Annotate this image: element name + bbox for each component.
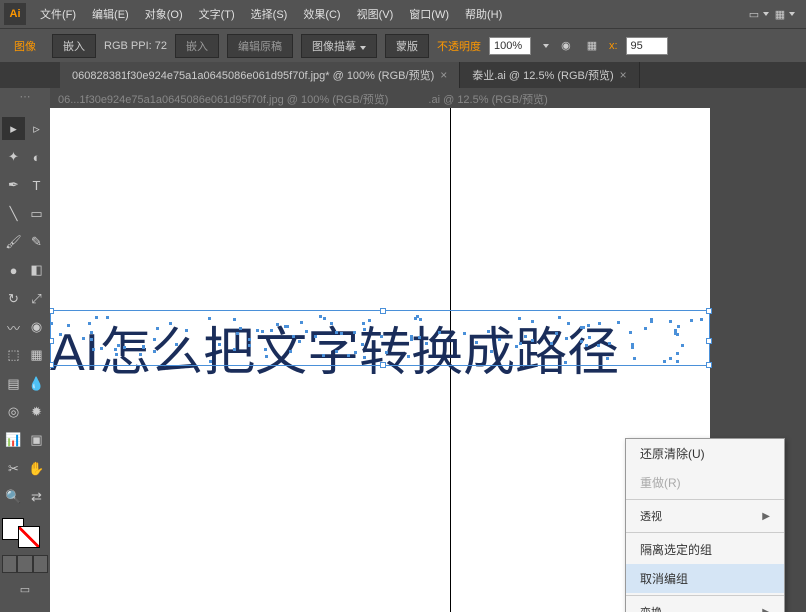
menu-object[interactable]: 对象(O) bbox=[137, 2, 191, 26]
direct-selection-tool[interactable]: ▹ bbox=[25, 117, 48, 140]
toolbox-handle[interactable]: ⋯ bbox=[2, 90, 48, 112]
fill-stroke-swatches[interactable] bbox=[2, 518, 48, 548]
artboard-tool[interactable]: ▣ bbox=[25, 429, 48, 452]
chevron-right-icon: ▶ bbox=[762, 511, 770, 522]
menu-ungroup[interactable]: 取消编组 bbox=[626, 564, 784, 593]
menu-isolate-group[interactable]: 隔离选定的组 bbox=[626, 535, 784, 564]
outlined-text-object[interactable]: AI怎么把文字转换成路径 bbox=[50, 310, 619, 385]
workspace-icon[interactable]: ▦ bbox=[776, 5, 794, 23]
style-icon[interactable]: ◉ bbox=[557, 37, 575, 55]
toolbox: ⋯ ▸ ▹ ✦ ◐ ✒ T ╲ ▭ 🖌 ✎ ● ◧ ↻ ⤢ 〰 ◉ ⬚ ▦ ▤ … bbox=[0, 88, 50, 612]
zoom-tool[interactable]: 🔍 bbox=[2, 486, 25, 509]
graph-tool[interactable]: 📊 bbox=[2, 429, 25, 452]
canvas-area[interactable]: 06...1f30e924e75a1a0645086e061d95f70f.jp… bbox=[50, 88, 806, 612]
pen-tool[interactable]: ✒ bbox=[2, 174, 25, 197]
menu-text[interactable]: 文字(T) bbox=[191, 2, 243, 26]
type-tool[interactable]: T bbox=[25, 174, 48, 197]
x-input[interactable]: 95 bbox=[626, 37, 668, 55]
hand-tool[interactable]: ✋ bbox=[25, 457, 48, 480]
mode-inside[interactable] bbox=[33, 555, 48, 573]
blob-brush-tool[interactable]: ● bbox=[2, 259, 25, 282]
shape-builder-tool[interactable]: ⬚ bbox=[2, 344, 25, 367]
menu-view[interactable]: 视图(V) bbox=[349, 2, 402, 26]
embed-button-1[interactable]: 嵌入 bbox=[52, 34, 96, 58]
tab-label: 泰业.ai @ 12.5% (RGB/预览) bbox=[472, 67, 613, 83]
x-label: x: bbox=[609, 40, 618, 52]
image-trace-button[interactable]: 图像描摹 bbox=[301, 34, 377, 58]
menu-redo: 重做(R) bbox=[626, 468, 784, 497]
mask-button[interactable]: 蒙版 bbox=[385, 34, 429, 58]
rgb-ppi-label: RGB PPI: 72 bbox=[104, 40, 167, 52]
ghost-tab-2: .ai @ 12.5% (RGB/预览) bbox=[428, 91, 547, 105]
lasso-tool[interactable]: ◐ bbox=[25, 146, 48, 169]
width-tool[interactable]: 〰 bbox=[2, 316, 25, 339]
pencil-tool[interactable]: ✎ bbox=[25, 231, 48, 254]
close-icon[interactable]: × bbox=[620, 68, 627, 82]
context-menu: 还原清除(U) 重做(R) 透视▶ 隔离选定的组 取消编组 变换▶ 排列▶ 选择… bbox=[625, 438, 785, 612]
chevron-right-icon: ▶ bbox=[762, 607, 770, 612]
swap-fill-stroke[interactable]: ⇄ bbox=[25, 486, 48, 509]
tab-document-1[interactable]: 060828381f30e924e75a1a0645086e061d95f70f… bbox=[60, 62, 460, 88]
rotate-tool[interactable]: ↻ bbox=[2, 287, 25, 310]
brush-tool[interactable]: 🖌 bbox=[2, 231, 25, 254]
opacity-label: 不透明度 bbox=[437, 38, 481, 54]
tab-label: 060828381f30e924e75a1a0645086e061d95f70f… bbox=[72, 67, 434, 83]
magic-wand-tool[interactable]: ✦ bbox=[2, 146, 25, 169]
blend-tool[interactable]: ◎ bbox=[2, 401, 25, 424]
draw-modes[interactable] bbox=[2, 555, 48, 573]
menu-window[interactable]: 窗口(W) bbox=[401, 2, 457, 26]
menu-undo[interactable]: 还原清除(U) bbox=[626, 439, 784, 468]
slice-tool[interactable]: ✂ bbox=[2, 457, 25, 480]
menu-edit[interactable]: 编辑(E) bbox=[84, 2, 137, 26]
image-label: 图像 bbox=[6, 38, 44, 54]
screen-mode[interactable]: ▭ bbox=[2, 583, 48, 605]
eyedropper-tool[interactable]: 💧 bbox=[25, 372, 48, 395]
stroke-color[interactable] bbox=[18, 526, 40, 548]
mode-normal[interactable] bbox=[2, 555, 17, 573]
embed-button-2[interactable]: 嵌入 bbox=[175, 34, 219, 58]
opacity-input[interactable]: 100% bbox=[489, 37, 531, 55]
layout-icon[interactable]: ▭ bbox=[750, 5, 768, 23]
gradient-tool[interactable]: ▦ bbox=[25, 344, 48, 367]
menu-help[interactable]: 帮助(H) bbox=[457, 2, 510, 26]
warp-tool[interactable]: ◉ bbox=[25, 316, 48, 339]
eraser-tool[interactable]: ◧ bbox=[25, 259, 48, 282]
menu-effect[interactable]: 效果(C) bbox=[295, 2, 348, 26]
ghost-tab-1: 06...1f30e924e75a1a0645086e061d95f70f.jp… bbox=[58, 91, 388, 105]
menu-file[interactable]: 文件(F) bbox=[32, 2, 84, 26]
tab-document-2[interactable]: 泰业.ai @ 12.5% (RGB/预览) × bbox=[460, 62, 639, 88]
menu-transform[interactable]: 变换▶ bbox=[626, 598, 784, 612]
mesh-tool[interactable]: ▤ bbox=[2, 372, 25, 395]
scale-tool[interactable]: ⤢ bbox=[25, 287, 48, 310]
rectangle-tool[interactable]: ▭ bbox=[25, 202, 48, 225]
symbol-tool[interactable]: ✹ bbox=[25, 401, 48, 424]
edit-original-button[interactable]: 编辑原稿 bbox=[227, 34, 293, 58]
selection-tool[interactable]: ▸ bbox=[2, 117, 25, 140]
menu-perspective[interactable]: 透视▶ bbox=[626, 502, 784, 530]
menu-select[interactable]: 选择(S) bbox=[243, 2, 296, 26]
mode-behind[interactable] bbox=[17, 555, 32, 573]
close-icon[interactable]: × bbox=[440, 68, 447, 82]
align-icon[interactable]: ▦ bbox=[583, 37, 601, 55]
app-icon: Ai bbox=[4, 3, 26, 25]
line-tool[interactable]: ╲ bbox=[2, 202, 25, 225]
